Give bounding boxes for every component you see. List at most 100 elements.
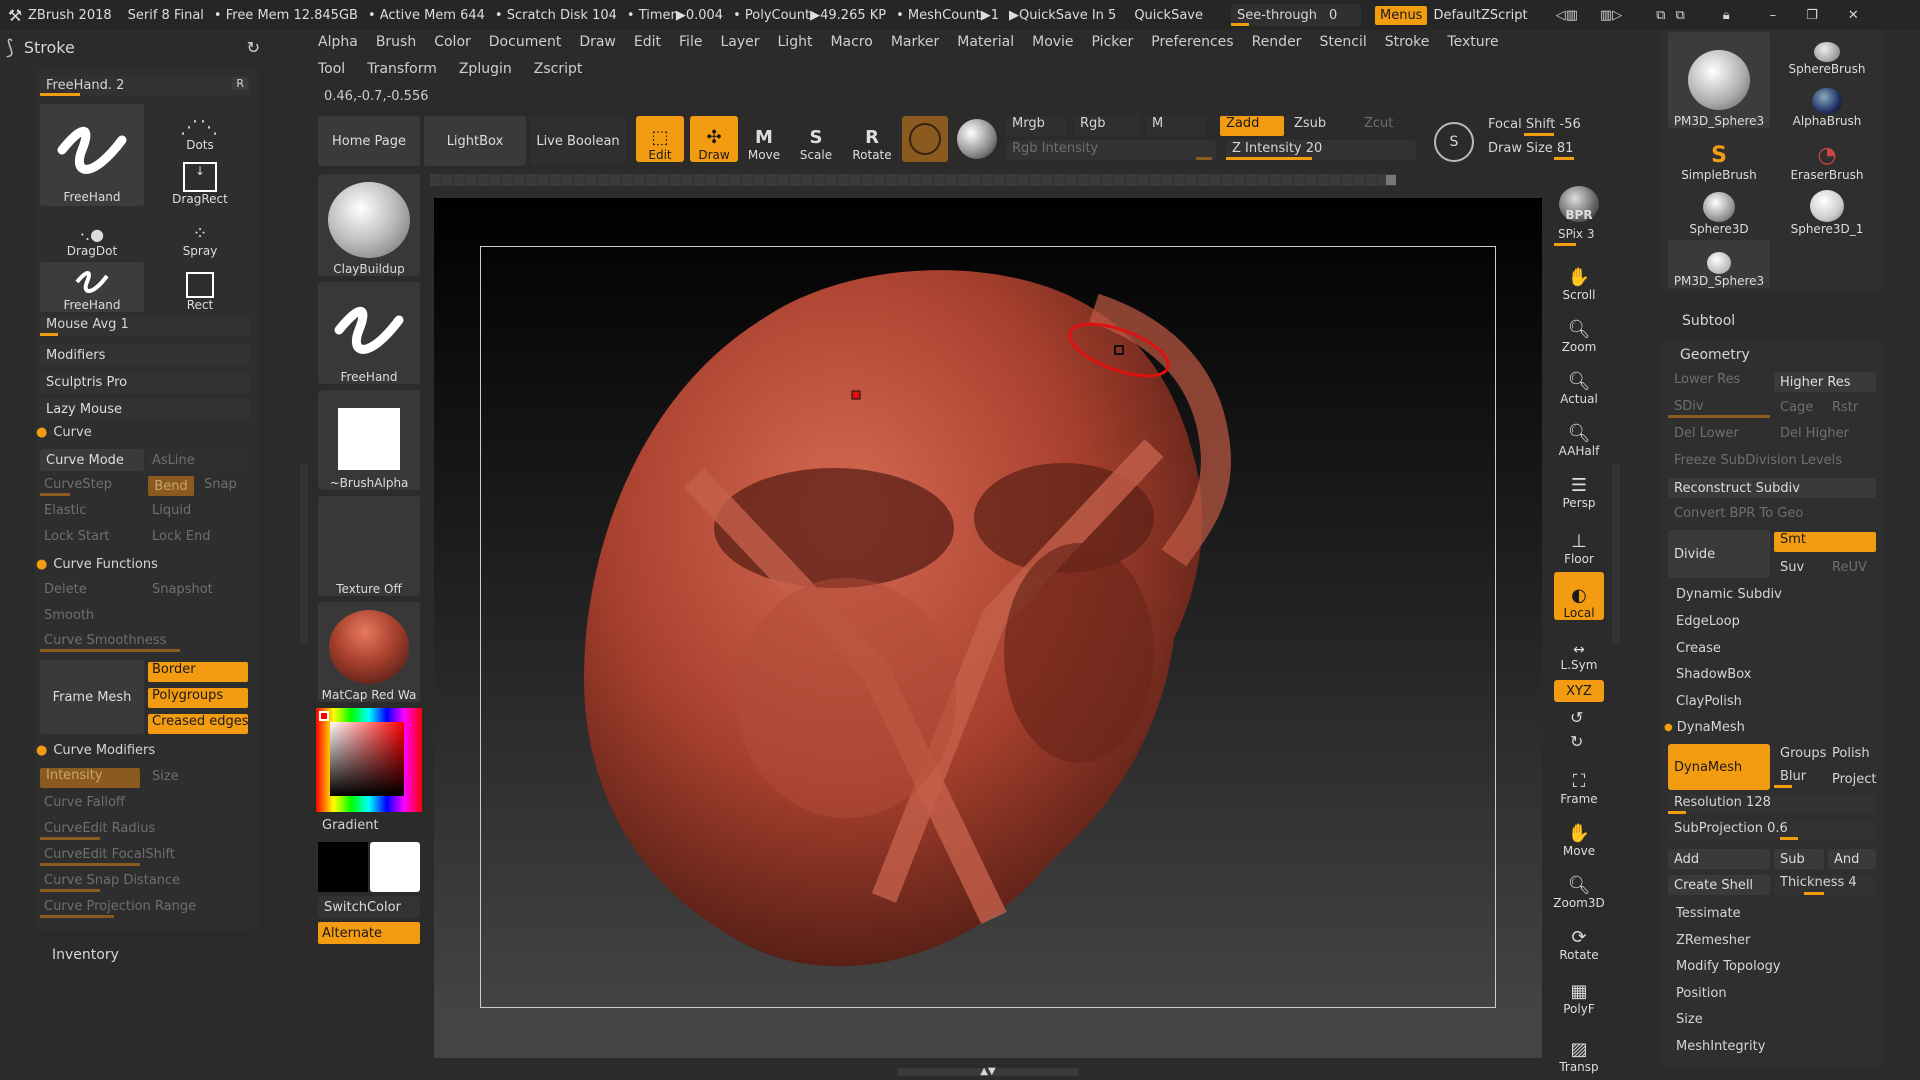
- size-header[interactable]: Size: [1676, 1012, 1703, 1027]
- tessimate-header[interactable]: Tessimate: [1676, 906, 1741, 921]
- polyf-button[interactable]: ▦ PolyF: [1554, 966, 1604, 1016]
- default-zscript[interactable]: DefaultZScript: [1433, 8, 1527, 23]
- menu-tool[interactable]: Tool: [318, 61, 345, 83]
- rotate-y-icon[interactable]: ↺: [1570, 708, 1583, 727]
- z-intensity-slider[interactable]: Z Intensity 20: [1226, 140, 1416, 160]
- freeze-subdiv-button[interactable]: Freeze SubDivision Levels: [1674, 453, 1842, 468]
- zsub-button[interactable]: Zsub: [1290, 116, 1350, 136]
- local-button[interactable]: ◐ Local: [1554, 572, 1604, 620]
- and-button[interactable]: And: [1828, 849, 1876, 869]
- texture-sphere-button[interactable]: [954, 116, 1000, 162]
- rotate-mode-button[interactable]: R Rotate: [848, 116, 896, 162]
- intensity-toggle[interactable]: Intensity: [40, 768, 140, 788]
- menu-zscript[interactable]: Zscript: [534, 61, 583, 83]
- sdiv-slider[interactable]: SDiv: [1668, 398, 1770, 418]
- tool-pm3d-sphere3-active[interactable]: PM3D_Sphere3: [1668, 32, 1770, 128]
- menu-stencil[interactable]: Stencil: [1319, 34, 1366, 56]
- alpha-slot[interactable]: ~BrushAlpha: [318, 390, 420, 490]
- left-tray-handle[interactable]: [300, 464, 308, 644]
- asline-button[interactable]: AsLine: [148, 449, 248, 471]
- timeline-bar[interactable]: [430, 174, 1396, 186]
- reconstruct-subdiv-button[interactable]: Reconstruct Subdiv: [1668, 478, 1876, 498]
- zremesher-header[interactable]: ZRemesher: [1676, 933, 1750, 948]
- curve-mode-button[interactable]: Curve Mode: [40, 449, 144, 471]
- quicksave-button[interactable]: QuickSave: [1134, 8, 1203, 23]
- rgb-button[interactable]: Rgb: [1074, 116, 1140, 136]
- position-header[interactable]: Position: [1676, 986, 1727, 1001]
- stroke-freehand-small[interactable]: FreeHand: [40, 262, 144, 312]
- menu-material[interactable]: Material: [957, 34, 1014, 56]
- snapshot-button[interactable]: Snapshot: [152, 582, 213, 597]
- lower-res-button[interactable]: Lower Res: [1668, 372, 1770, 392]
- blur-slider[interactable]: Blur: [1774, 768, 1824, 788]
- xyz-button[interactable]: XYZ: [1554, 680, 1604, 702]
- home-page-button[interactable]: Home Page: [318, 116, 420, 166]
- scale-mode-button[interactable]: S Scale: [794, 116, 838, 162]
- lightbox-sphere-icon[interactable]: S: [1434, 122, 1474, 162]
- sculpt-model[interactable]: [434, 198, 1542, 1058]
- mouse-avg-slider[interactable]: Mouse Avg 1: [40, 316, 250, 336]
- sculptris-header[interactable]: Sculptris Pro: [40, 371, 250, 393]
- draw-mode-button[interactable]: ✣ Draw: [690, 116, 738, 162]
- tool-spherebrush[interactable]: SphereBrush: [1776, 32, 1878, 76]
- curve-modifiers-section[interactable]: ● Curve Modifiers: [36, 743, 155, 758]
- rstr-button[interactable]: Rstr: [1832, 400, 1858, 415]
- freehand-r-button[interactable]: R: [232, 77, 248, 90]
- menu-layer[interactable]: Layer: [720, 34, 759, 56]
- stroke-rect[interactable]: Rect: [150, 262, 250, 312]
- menu-brush[interactable]: Brush: [376, 34, 416, 56]
- menu-light[interactable]: Light: [778, 34, 813, 56]
- create-shell-button[interactable]: Create Shell: [1668, 875, 1770, 895]
- resolution-slider[interactable]: Resolution 128: [1668, 794, 1876, 814]
- tool-alphabrush[interactable]: AlphaBrush: [1776, 80, 1878, 128]
- curve-falloff-slider[interactable]: Curve Falloff: [40, 794, 250, 814]
- curveedit-radius-slider[interactable]: CurveEdit Radius: [40, 820, 250, 840]
- lsym-button[interactable]: ↔ L.Sym: [1554, 632, 1604, 672]
- menu-preferences[interactable]: Preferences: [1151, 34, 1233, 56]
- snap-button[interactable]: Snap: [204, 477, 237, 492]
- texture-slot[interactable]: Texture Off: [318, 496, 420, 596]
- switchcolor-button[interactable]: SwitchColor: [318, 896, 420, 918]
- window2-icon[interactable]: ⧉: [1675, 8, 1684, 23]
- claypolish-header[interactable]: ClayPolish: [1676, 694, 1742, 709]
- convert-bpr-button[interactable]: Convert BPR To Geo: [1674, 506, 1803, 521]
- tool-pm3d-sphere3[interactable]: PM3D_Sphere3: [1668, 240, 1770, 288]
- zoom3d-button[interactable]: 🔍︎ Zoom3D: [1553, 862, 1604, 910]
- material-slot[interactable]: MatCap Red Wa: [318, 602, 420, 702]
- curve-snap-distance-slider[interactable]: Curve Snap Distance: [40, 872, 250, 892]
- menu-marker[interactable]: Marker: [891, 34, 939, 56]
- color-picker[interactable]: [316, 708, 422, 812]
- zcut-button[interactable]: Zcut: [1364, 116, 1414, 136]
- modifiers-header[interactable]: Modifiers: [40, 344, 250, 366]
- delete-button[interactable]: Delete: [44, 582, 87, 597]
- divide-button[interactable]: Divide: [1668, 530, 1770, 578]
- gradient-label[interactable]: Gradient: [322, 818, 379, 833]
- restore-icon[interactable]: ❐: [1806, 8, 1818, 23]
- edgeloop-header[interactable]: EdgeLoop: [1676, 614, 1740, 629]
- stroke-dots[interactable]: ⋰⋱ Dots: [150, 104, 250, 152]
- curve-projection-range-slider[interactable]: Curve Projection Range: [40, 898, 250, 918]
- aahalf-button[interactable]: 🔍︎ AAHalf: [1554, 410, 1604, 458]
- brush-slot[interactable]: ClayBuildup: [318, 174, 420, 276]
- zoom-button[interactable]: 🔍︎ Zoom: [1554, 306, 1604, 354]
- shadowbox-header[interactable]: ShadowBox: [1676, 667, 1751, 682]
- stroke-dragrect[interactable]: ↓ DragRect: [150, 156, 250, 206]
- secondary-color-swatch[interactable]: [318, 842, 368, 892]
- right-tray-handle[interactable]: [1612, 464, 1620, 644]
- lazymouse-header[interactable]: Lazy Mouse: [40, 398, 250, 420]
- lockstart-button[interactable]: Lock Start: [44, 529, 110, 544]
- elastic-button[interactable]: Elastic: [44, 503, 86, 518]
- frame-mesh-button[interactable]: Frame Mesh: [40, 660, 144, 734]
- tool-sphere3d[interactable]: Sphere3D: [1668, 186, 1770, 236]
- polish-toggle[interactable]: Polish: [1832, 746, 1870, 761]
- rotate-z-icon[interactable]: ↻: [1570, 732, 1583, 751]
- refresh-icon[interactable]: ↻: [247, 38, 260, 57]
- bend-button[interactable]: Bend: [148, 476, 194, 496]
- creased-edges-toggle[interactable]: Creased edges: [148, 714, 248, 734]
- higher-res-button[interactable]: Higher Res: [1774, 372, 1876, 392]
- curveedit-focal-slider[interactable]: CurveEdit FocalShift: [40, 846, 250, 866]
- size-toggle[interactable]: Size: [152, 769, 179, 784]
- menu-render[interactable]: Render: [1252, 34, 1302, 56]
- menu-draw[interactable]: Draw: [579, 34, 616, 56]
- menu-macro[interactable]: Macro: [830, 34, 872, 56]
